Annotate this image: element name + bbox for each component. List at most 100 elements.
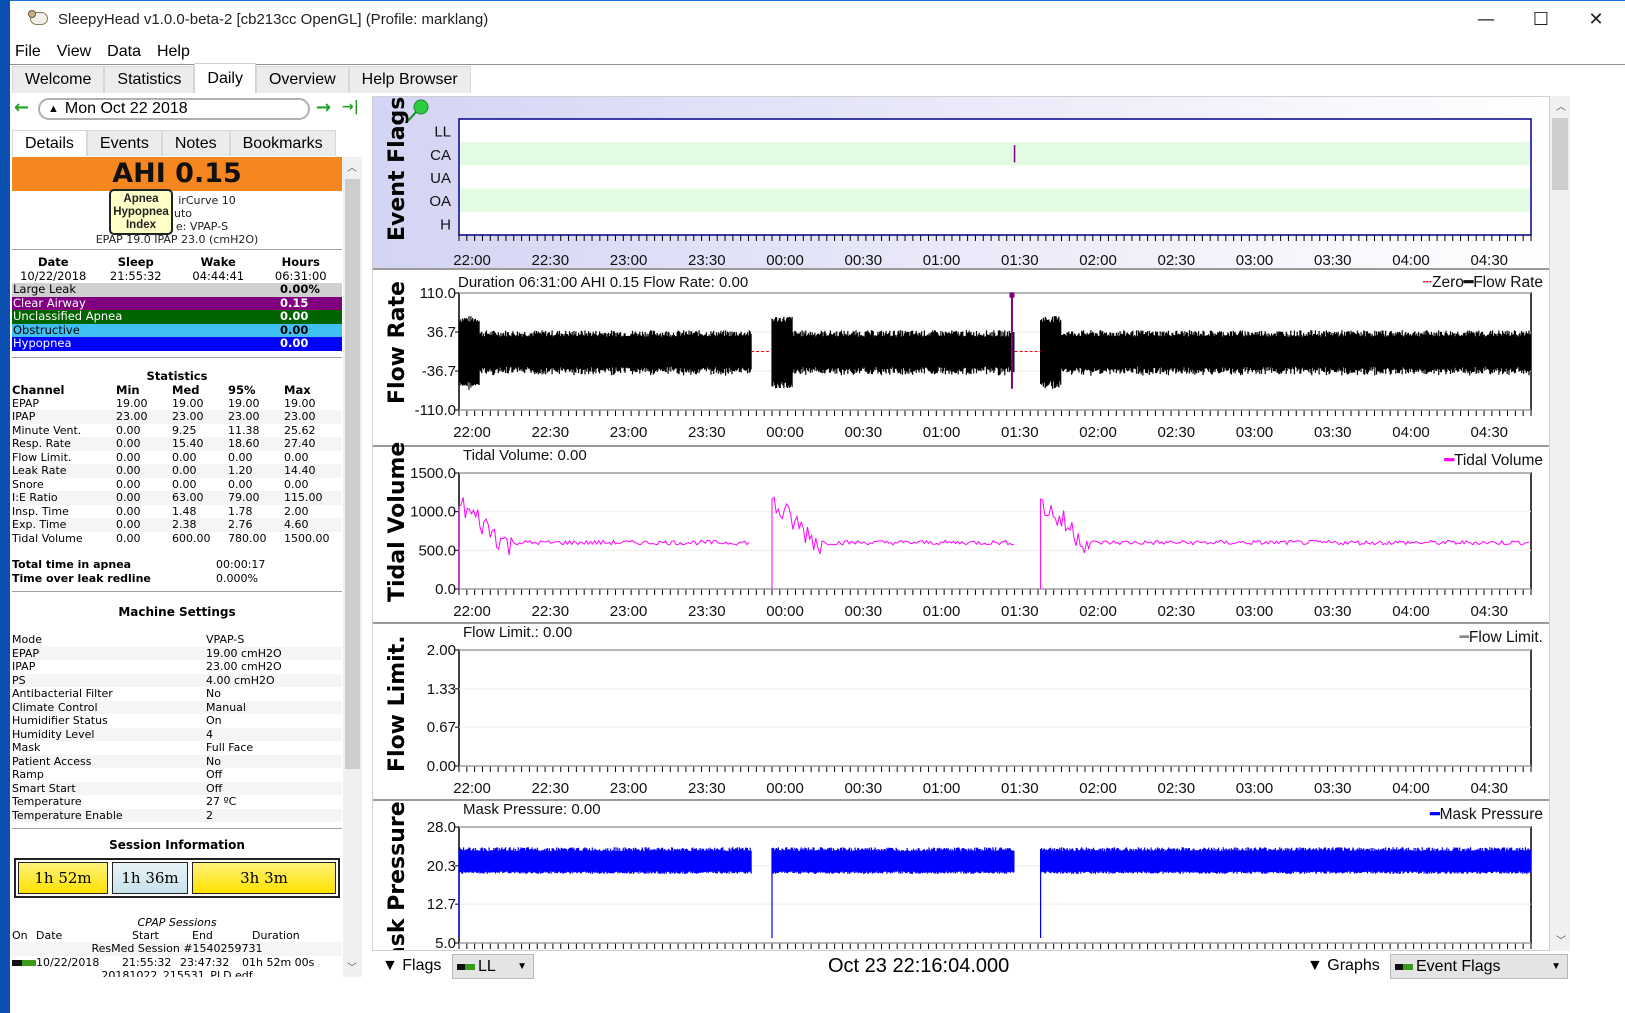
plot-frame [458,118,1532,236]
event-index-row: Obstructive 0.00 [12,322,342,337]
statistics-cell: 780.00 [228,531,284,545]
x-tick-label: 23:00 [610,424,648,441]
statistics-cell: IPAP [12,410,116,424]
statistics-cell: 0.00 [116,504,172,518]
setting-row: IPAP 23.00 cmH2O [12,660,282,673]
graphs-menu-button[interactable]: ▼ Graphs [1307,957,1380,975]
tab-details[interactable]: Details [12,130,87,156]
x-tick-label: 01:00 [923,603,961,620]
cpap-session-name: ResMed Session #1540259731 [12,942,342,956]
menu-view[interactable]: View [49,43,99,61]
tab-events[interactable]: Events [86,130,162,156]
tab-notes[interactable]: Notes [161,130,230,156]
cpap-session-row[interactable]: 10/22/2018 21:55:32 23:47:32 01h 52m 00s [12,956,342,970]
x-tick-label: 02:00 [1079,424,1117,441]
y-tick-label: 36.7 [427,324,456,341]
minimize-icon: — [1477,8,1495,30]
session-bar[interactable]: 1h 36m [112,862,188,894]
session-enabled-toggle[interactable] [12,956,36,970]
main-tabs: Welcome Statistics Daily Overview Help B… [12,63,471,93]
tab-overview[interactable]: Overview [255,66,349,93]
tab-help-browser[interactable]: Help Browser [348,66,471,93]
scroll-up-icon[interactable]: ︿ [1556,98,1566,113]
column-header: Channel [12,382,65,397]
scrollbar-thumb[interactable] [345,179,360,769]
mask-pressure-graph[interactable]: 22:0022:3023:0023:3000:0000:3001:0001:30… [373,801,1549,950]
minimize-button[interactable]: — [1458,1,1514,37]
statistics-row: Flow Limit. 0.00 0.00 0.00 0.00 [12,450,342,464]
x-tick-label: 03:00 [1236,252,1274,269]
statistics-row: EPAP 19.00 19.00 19.00 19.00 [12,396,342,410]
statistics-cell: 115.00 [284,491,342,505]
statistics-row: Tidal Volume 0.00 600.00 780.00 1500.00 [12,531,342,545]
flags-menu-button[interactable]: ▼ Flags [382,957,441,975]
dropdown-triangle-icon: ▼ [382,957,403,974]
date-selector[interactable]: ▲ Mon Oct 22 2018 [38,98,310,120]
statistics-row: IPAP 23.00 23.00 23.00 23.00 [12,410,342,424]
calendar-toggle-icon[interactable]: ▲ [48,103,59,115]
x-tick-label: 23:30 [688,424,726,441]
scroll-down-icon[interactable]: ﹀ [1556,932,1566,947]
setting-row: PS 4.00 cmH2O [12,673,342,687]
x-tick-label: 03:00 [1236,603,1274,620]
divider [12,249,342,251]
graph-title: Flow Rate [385,281,410,404]
graph-title: Flow Limit. [385,635,410,772]
next-day-arrow-icon[interactable]: → [316,97,331,118]
statistics-cell: 0.00 [228,477,284,491]
divider [12,356,342,359]
close-icon: ✕ [1588,8,1604,30]
statistics-cell: Minute Vent. [12,423,116,437]
scroll-up-icon[interactable]: ︿ [347,159,357,174]
plot-frame [458,649,1532,767]
prev-day-arrow-icon[interactable]: ← [14,97,29,118]
event-flags-graph[interactable]: LL CA UA OA H 22:00 22:30 23:00 23:30 00:00 00:30 0… [373,97,1549,270]
x-tick-label: 02:30 [1158,424,1196,441]
maximize-button[interactable]: ☐ [1513,1,1569,37]
last-day-arrow-icon[interactable]: →| [342,99,359,115]
scrollbar-thumb[interactable] [1552,118,1568,190]
menu-help[interactable]: Help [149,43,198,61]
event-value: 0.00 [280,322,309,337]
x-tick-label: 03:30 [1314,424,1352,441]
x-tick-label: 00:00 [766,424,804,441]
session-bar[interactable]: 3h 3m [192,862,336,894]
tab-daily[interactable]: Daily [194,63,256,93]
statistics-cell: 23.00 [284,410,342,424]
menu-data[interactable]: Data [99,43,149,61]
maximize-icon: ☐ [1532,8,1550,30]
scroll-down-icon[interactable]: ﹀ [347,959,357,974]
bottom-toolbar: ▼ Flags LL ▼ Oct 23 22:16:04.000 ▼ Graphs… [372,953,1570,981]
graph-header: Mask Pressure: 0.00 [463,801,601,818]
statistics-cell: 0.00 [116,450,172,464]
graph-scrollbar[interactable]: ︿ ﹀ [1550,96,1570,951]
tab-bookmarks[interactable]: Bookmarks [229,130,336,156]
event-label: Large Leak [13,282,76,296]
x-tick-label: 04:30 [1470,424,1508,441]
y-tick-label: 1500.0 [410,465,456,482]
flag-row-label: CA [430,147,451,164]
graph-header: Flow Limit.: 0.00 [463,624,573,641]
x-tick-label: 03:30 [1314,252,1352,269]
tab-statistics[interactable]: Statistics [104,66,195,93]
tidal-volume-graph[interactable]: 22:00 22:30 23:00 23:30 00:00 00:30 01:00 01:30… [373,442,1549,624]
details-scrollbar[interactable]: ︿ ﹀ [343,157,362,977]
pushpin-icon[interactable] [405,99,429,123]
x-tick-label: 04:00 [1392,424,1430,441]
setting-row: Mask Full Face [12,741,254,754]
statistics-cell: 0.00 [116,518,172,532]
flow-rate-graph[interactable]: 22:00 22:30 23:00 23:30 00:00 00:30 01:00 01:30… [373,270,1549,447]
close-button[interactable]: ✕ [1568,1,1624,37]
column-header: Min [116,382,140,397]
graph-legend: ━Flow Limit. [1459,629,1543,646]
flags-combo[interactable]: LL ▼ [452,954,534,979]
flow-limit-graph[interactable]: 22:00 22:30 23:00 23:30 00:00 00:30 01:00 01:30… [373,624,1549,801]
session-bar[interactable]: 1h 52m [18,862,108,894]
y-tick-label: 0.0 [435,581,456,598]
graphs-combo[interactable]: Event Flags ▼ [1390,954,1568,979]
menu-file[interactable]: File [10,43,49,61]
detail-tabs: Details Events Notes Bookmarks [12,130,336,156]
tab-welcome[interactable]: Welcome [12,66,105,93]
event-label: Obstructive [13,322,80,337]
title-bar: SleepyHead v1.0.0-beta-2 [cb213cc OpenGL… [10,1,1625,37]
